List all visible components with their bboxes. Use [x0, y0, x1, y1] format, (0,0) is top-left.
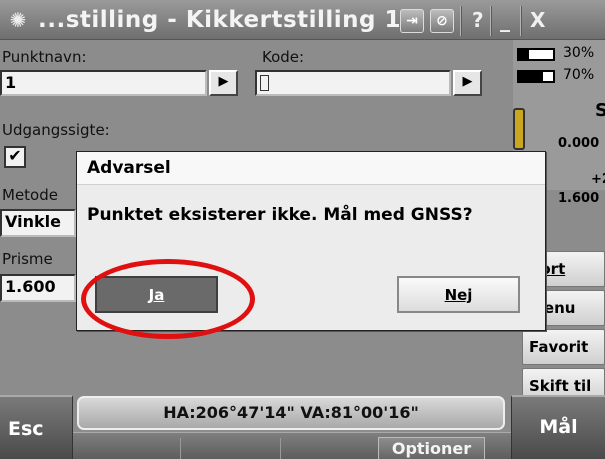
- help-button[interactable]: ?: [472, 6, 484, 34]
- battery-icon: [517, 70, 555, 83]
- point-name-dropdown-button[interactable]: ▶: [209, 70, 238, 96]
- point-name-label: Punktnavn:: [2, 48, 87, 66]
- options-button[interactable]: Optioner: [378, 437, 485, 459]
- prism-field[interactable]: 1.600: [0, 274, 76, 302]
- status-value-2: +2: [591, 172, 605, 187]
- esc-button[interactable]: Esc: [0, 395, 73, 459]
- instrument-icon: [513, 108, 525, 150]
- point-name-field[interactable]: 1: [0, 70, 207, 96]
- close-button[interactable]: X: [530, 6, 545, 34]
- battery-icon: [517, 48, 555, 61]
- softkey-divider: [280, 438, 281, 459]
- toolbar-divider: [460, 6, 462, 36]
- no-button[interactable]: Nej: [397, 276, 520, 313]
- code-field[interactable]: [255, 70, 451, 96]
- battery-level-2: 70%: [563, 67, 595, 83]
- minimize-button[interactable]: _: [500, 6, 510, 34]
- dialog-message: Punktet eksisterer ikke. Mål med GNSS?: [87, 205, 473, 225]
- code-dropdown-button[interactable]: ▶: [453, 70, 482, 96]
- no-button-label: Nej: [444, 286, 473, 304]
- backsight-label: Udgangssigte:: [2, 121, 110, 139]
- title-bar: ✺ ...stilling - Kikkertstilling 1 ⇥ ⊘ ? …: [0, 0, 605, 40]
- switch-view-icon[interactable]: ⇥: [400, 9, 424, 33]
- toolbar-divider: [520, 6, 522, 36]
- instrument-letter: S: [595, 100, 605, 121]
- highlight-ring: [81, 259, 255, 339]
- cursor-icon: [260, 75, 269, 91]
- sidebar-label: Skift til: [529, 377, 592, 395]
- status-value-1: 0.000: [558, 136, 600, 151]
- sidebar-item-favorites[interactable]: Favorit: [522, 329, 605, 365]
- window-title: ...stilling - Kikkertstilling 1: [38, 7, 402, 33]
- battery-level-1: 30%: [563, 45, 595, 61]
- softkey-divider: [180, 438, 181, 459]
- sidebar-label: Favorit: [529, 338, 589, 356]
- toolbar-divider: [490, 6, 492, 36]
- angle-readout: HA:206°47'14" VA:81°00'16": [77, 396, 505, 430]
- dialog-title: Advarsel: [77, 152, 545, 185]
- prism-label: Prisme: [2, 250, 53, 268]
- measure-button[interactable]: Mål: [511, 395, 605, 459]
- method-field[interactable]: Vinkle: [0, 209, 76, 237]
- code-label: Kode:: [262, 48, 305, 66]
- method-label: Metode: [2, 186, 58, 204]
- status-value-3: 1.600: [558, 191, 600, 206]
- target-icon[interactable]: ⊘: [430, 9, 454, 33]
- app-icon: ✺: [9, 8, 27, 32]
- backsight-checkbox[interactable]: ✔: [4, 146, 26, 168]
